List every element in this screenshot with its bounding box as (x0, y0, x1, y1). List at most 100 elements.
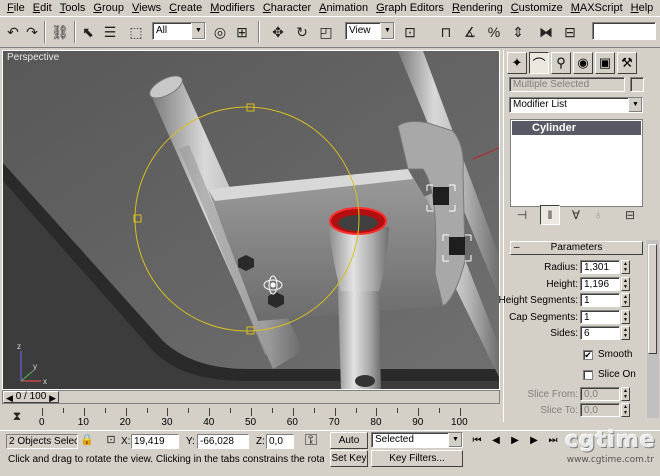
make-unique-icon[interactable]: ∀ (566, 205, 586, 225)
menu-item-graph-editors[interactable]: Graph Editors (372, 0, 448, 16)
go-to-start-icon[interactable]: ⏮ (469, 433, 485, 449)
spinner-icon[interactable]: ▲ ▼ (621, 310, 630, 324)
spinner-snap-icon[interactable]: ⇕ (508, 22, 528, 42)
x-coordinate-input[interactable]: 19,419 (131, 434, 179, 449)
spinner-icon[interactable]: ▲ ▼ (621, 277, 630, 291)
menu-item-group[interactable]: Group (89, 0, 128, 16)
named-selection-input[interactable] (592, 22, 656, 40)
select-and-rotate-icon[interactable]: ↻ (292, 22, 312, 42)
object-color-swatch[interactable] (630, 77, 644, 92)
reference-coordinate-dropdown[interactable]: View ▼ (345, 22, 395, 40)
create-tab-icon[interactable]: ✦ (507, 52, 527, 74)
angle-snap-icon[interactable]: ∡ (460, 22, 480, 42)
param-input[interactable]: 1 (580, 293, 620, 307)
menu-item-animation[interactable]: Animation (315, 0, 372, 16)
y-coordinate-input[interactable]: -66,028 (197, 434, 249, 449)
select-by-name-icon[interactable]: ☰ (100, 22, 120, 42)
menu-item-views[interactable]: Views (128, 0, 165, 16)
absolute-mode-icon[interactable]: ⊡ (104, 432, 118, 448)
menu-item-edit[interactable]: Edit (29, 0, 56, 16)
redo-icon[interactable]: ↷ (22, 22, 42, 42)
spinner-icon[interactable]: ▲ ▼ (621, 260, 630, 274)
menu-item-help[interactable]: Help (627, 0, 658, 16)
rectangular-selection-icon[interactable]: ⬚ (126, 22, 146, 42)
menu-item-modifiers[interactable]: Modifiers (206, 0, 259, 16)
key-mode-dropdown[interactable]: Selected ▼ (371, 432, 463, 448)
smooth-label: Smooth (598, 349, 633, 360)
slice-on-checkbox[interactable] (583, 370, 593, 380)
undo-icon[interactable]: ↶ (3, 22, 23, 42)
z-coordinate-input[interactable]: 0,0 (266, 434, 294, 449)
scrollbar-thumb[interactable] (648, 244, 657, 354)
time-slider[interactable]: ◀ 0 / 100 ▶ (2, 390, 500, 404)
go-to-end-icon[interactable]: ⏭ (545, 433, 561, 449)
remove-modifier-icon[interactable]: ♁ (588, 205, 608, 225)
spinner-icon[interactable]: ▲ ▼ (621, 326, 630, 340)
hierarchy-tab-icon[interactable]: ⚲ (551, 52, 571, 74)
svg-text:z: z (17, 342, 21, 351)
select-object-icon[interactable]: ⬉ (78, 22, 98, 42)
command-panel-scrollbar[interactable] (647, 240, 659, 418)
modify-tab-icon[interactable]: ⌒ (529, 52, 549, 74)
spinner-icon[interactable]: ▲ ▼ (621, 293, 630, 307)
mirror-icon[interactable]: ⧓ (536, 22, 556, 42)
track-tick (167, 408, 169, 416)
param-input[interactable]: 1,196 (580, 277, 620, 291)
select-and-move-window-icon[interactable]: ◎ (210, 22, 230, 42)
key-filters-button[interactable]: Key Filters... (371, 450, 463, 467)
viewport-label[interactable]: Perspective (7, 52, 59, 63)
spinner-icon[interactable]: ▲ ▼ (621, 387, 630, 401)
perspective-viewport[interactable]: Perspective z x y (2, 50, 500, 390)
track-tick-label: 40 (203, 417, 215, 428)
motion-tab-icon[interactable]: ◉ (573, 52, 593, 74)
parameters-rollout-header[interactable]: – Parameters (510, 241, 643, 255)
play-icon[interactable]: ▶ (507, 433, 523, 449)
modifier-stack[interactable]: Cylinder (510, 119, 643, 207)
select-and-scale-icon[interactable]: ◰ (316, 22, 336, 42)
next-frame-icon[interactable]: ▶ (526, 433, 542, 449)
track-bar[interactable]: ⧗ 0 10 20 30 40 50 60 70 80 90 100 (2, 405, 500, 429)
percent-snap-icon[interactable]: % (484, 22, 504, 42)
snap-toggle-icon[interactable]: ⊓ (436, 22, 456, 42)
svg-text:x: x (43, 377, 47, 386)
configure-modifier-sets-icon[interactable]: ⊟ (620, 205, 640, 225)
time-slider-knob[interactable]: ◀ 0 / 100 ▶ (3, 391, 59, 403)
menu-item-customize[interactable]: Customize (507, 0, 567, 16)
param-input[interactable]: 1,301 (580, 260, 620, 274)
select-and-link-icon[interactable]: ⛓ (50, 22, 70, 42)
align-icon[interactable]: ⊟ (560, 22, 580, 42)
display-tab-icon[interactable]: ▣ (595, 52, 615, 74)
select-and-move-icon[interactable]: ✥ (268, 22, 288, 42)
track-tick (104, 408, 106, 413)
auto-key-button[interactable]: Auto Key (330, 432, 368, 461)
slice-to-input[interactable]: 0,0 (580, 403, 620, 417)
selection-filter-dropdown[interactable]: All ▼ (152, 22, 206, 40)
param-input[interactable]: 1 (580, 310, 620, 324)
stack-item-cylinder[interactable]: Cylinder (512, 121, 641, 135)
utilities-tab-icon[interactable]: ⚒ (617, 52, 637, 74)
lock-selection-icon[interactable]: 🔒 (80, 432, 94, 448)
use-pivot-center-icon[interactable]: ⊡ (400, 22, 420, 42)
menu-item-create[interactable]: Create (165, 0, 206, 16)
menu-item-file[interactable]: File (3, 0, 29, 16)
modifier-list-dropdown[interactable]: Modifier List ▼ (509, 97, 643, 113)
spinner-icon[interactable]: ▲ ▼ (621, 403, 630, 417)
select-and-manipulate-icon[interactable]: ⊞ (232, 22, 252, 42)
show-end-result-icon[interactable]: ‖ (540, 205, 560, 225)
object-name-field[interactable]: Multiple Selected (509, 77, 625, 92)
chevron-down-icon: ▼ (191, 23, 205, 39)
menu-item-rendering[interactable]: Rendering (448, 0, 507, 16)
previous-frame-icon[interactable]: ◀ (488, 433, 504, 449)
menu-bar: File Edit Tools Group Views Create Modifiers Ch… (0, 0, 660, 16)
param-input[interactable]: 6 (580, 326, 620, 340)
smooth-checkbox[interactable]: ✔ (583, 350, 593, 360)
menu-item-maxscript[interactable]: MAXScript (567, 0, 627, 16)
slice-from-input[interactable]: 0,0 (580, 387, 620, 401)
pin-stack-icon[interactable]: ⊣ (512, 205, 532, 225)
key-mode-icon[interactable]: ⚿ (300, 432, 322, 450)
track-bar-filter-icon[interactable]: ⧗ (8, 407, 26, 425)
slice-on-label: Slice On (598, 369, 636, 380)
set-key-button[interactable]: Set Key (330, 450, 368, 467)
menu-item-character[interactable]: Character (259, 0, 315, 16)
menu-item-tools[interactable]: Tools (56, 0, 90, 16)
